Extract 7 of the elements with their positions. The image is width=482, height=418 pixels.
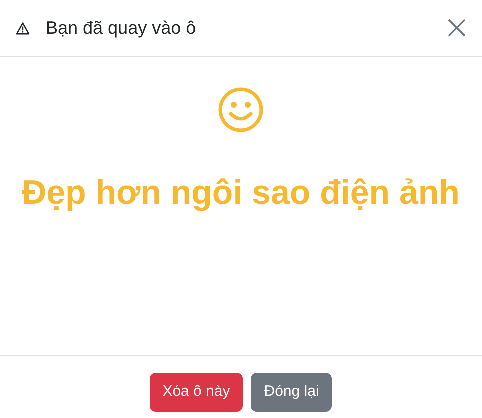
dialog-title: Bạn đã quay vào ô [46, 16, 196, 40]
close-button[interactable]: Đóng lại [251, 373, 332, 412]
delete-button[interactable]: Xóa ô này [150, 373, 244, 412]
warning-icon [16, 22, 30, 34]
result-text: Đẹp hơn ngôi sao điện ảnh [21, 173, 461, 214]
close-button[interactable] [448, 19, 466, 37]
smiley-icon [218, 87, 264, 133]
